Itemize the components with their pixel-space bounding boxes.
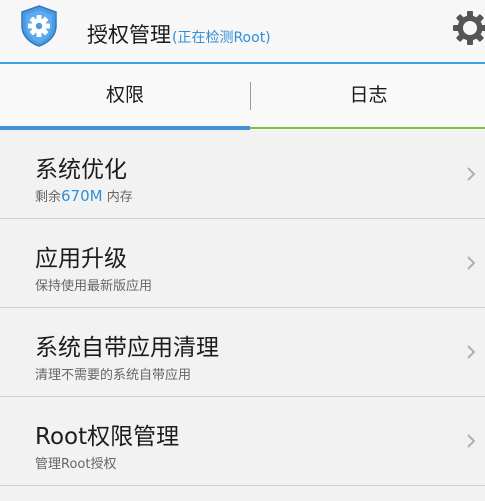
list-item-subtitle: 剩余670M 内存 (35, 186, 133, 205)
tab-log[interactable]: 日志 (252, 64, 485, 126)
title-text: 授权管理 (87, 23, 171, 47)
list-item-title: 系统自带应用清理 (35, 335, 219, 361)
chevron-right-icon (467, 167, 476, 181)
root-status-text: (正在检测Root) (172, 30, 271, 46)
shield-gear-icon (21, 5, 57, 47)
list-item-root-management[interactable]: Root权限管理 管理Root授权 (0, 397, 485, 486)
list-item-subtitle: 管理Root授权 (35, 457, 117, 472)
memory-prefix: 剩余 (35, 190, 62, 205)
page-title: 授权管理(正在检测Root) (87, 19, 271, 49)
list-item-system-optimize[interactable]: 系统优化 剩余670M 内存 (0, 130, 485, 219)
chevron-right-icon (467, 256, 476, 270)
list-item-title: 应用升级 (35, 246, 127, 272)
free-memory-value: 670M (61, 187, 103, 205)
feature-list: 系统优化 剩余670M 内存 应用升级 保持使用最新版应用 系统自带应用清理 清… (0, 130, 485, 486)
gear-icon[interactable] (448, 6, 485, 50)
tab-bar: 权限 日志 (0, 64, 485, 130)
list-item-app-upgrade[interactable]: 应用升级 保持使用最新版应用 (0, 219, 485, 308)
chevron-right-icon (467, 345, 476, 359)
list-item-title: Root权限管理 (35, 424, 180, 450)
list-item-subtitle: 保持使用最新版应用 (35, 279, 153, 294)
list-item-system-app-cleanup[interactable]: 系统自带应用清理 清理不需要的系统自带应用 (0, 308, 485, 397)
chevron-right-icon (467, 434, 476, 448)
list-item-title: 系统优化 (35, 157, 127, 183)
tab-divider (250, 82, 251, 110)
memory-suffix: 内存 (102, 190, 133, 205)
tab-permissions[interactable]: 权限 (0, 64, 250, 126)
list-item-subtitle: 清理不需要的系统自带应用 (35, 368, 192, 383)
app-header: 授权管理(正在检测Root) (0, 0, 485, 64)
tab-underline (250, 127, 485, 129)
